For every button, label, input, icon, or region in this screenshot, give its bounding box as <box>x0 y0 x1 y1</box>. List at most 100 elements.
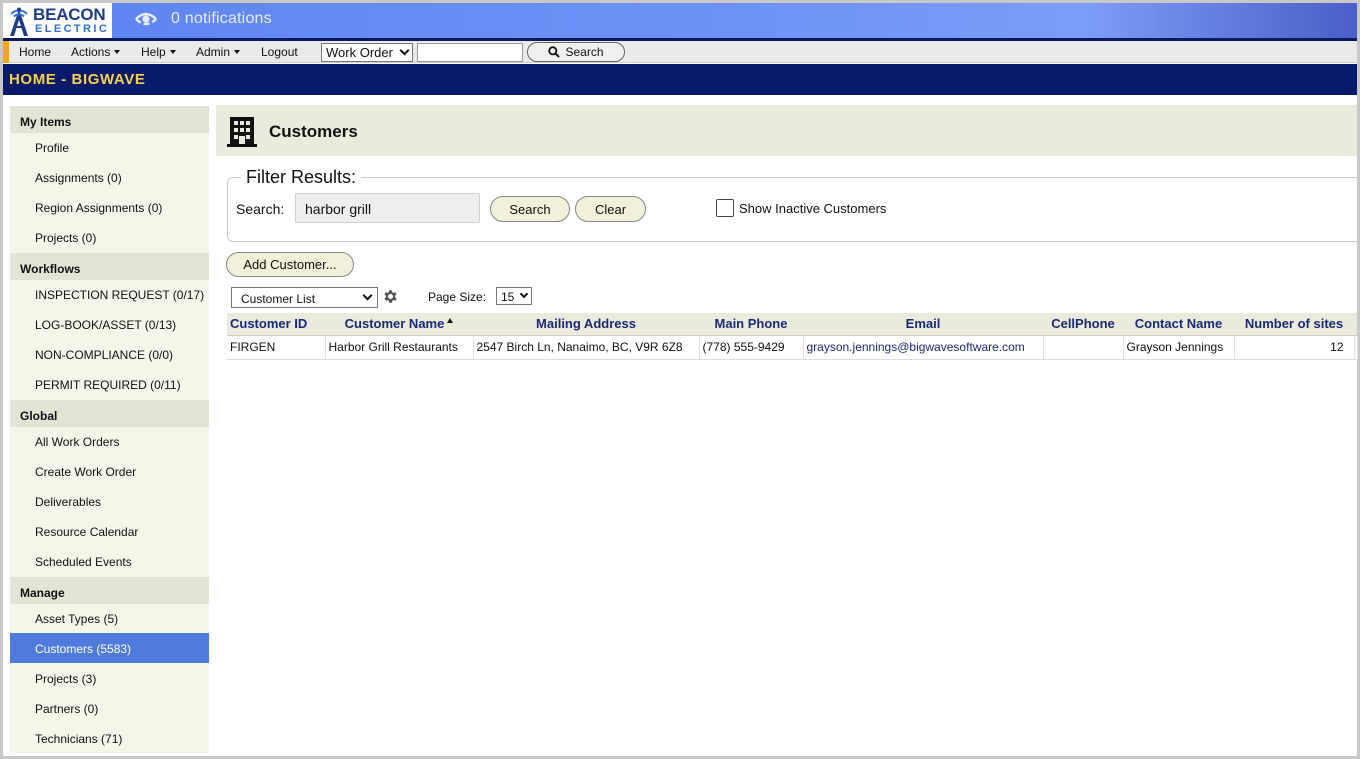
sidebar-item-all-work-orders[interactable]: All Work Orders <box>10 426 209 456</box>
chevron-down-icon <box>362 290 373 301</box>
col-header-customer-id[interactable]: Customer ID <box>227 313 325 336</box>
gear-icon[interactable] <box>382 288 399 305</box>
cell-number-of-sites: 12 <box>1234 335 1355 360</box>
sidebar-item-permit-required[interactable]: PERMIT REQUIRED (0/11) <box>10 369 209 399</box>
nav-admin-label: Admin <box>196 45 231 59</box>
table-header-row: Customer ID Customer Name Mailing Addres… <box>227 313 1357 336</box>
sidebar-item-projects[interactable]: Projects (3) <box>10 663 209 693</box>
sidebar-item-log-book-asset[interactable]: LOG-BOOK/ASSET (0/13) <box>10 309 209 339</box>
filter-search-button[interactable]: Search <box>490 196 570 222</box>
col-header-mailing-address[interactable]: Mailing Address <box>473 313 699 336</box>
sidebar-item-partners[interactable]: Partners (0) <box>10 693 209 723</box>
search-type-value: Work Order <box>326 45 393 60</box>
global-search-button-label: Search <box>565 45 604 59</box>
col-header-customer-name[interactable]: Customer Name <box>325 313 473 336</box>
caret-down-icon <box>169 50 176 54</box>
search-icon <box>548 46 561 58</box>
add-customer-button[interactable]: Add Customer... <box>226 252 354 277</box>
cell-mailing-address: 2547 Birch Ln, Nanaimo, BC, V9R 6Z8 <box>473 335 700 360</box>
add-customer-button-label: Add Customer... <box>243 257 337 272</box>
filter-clear-button[interactable]: Clear <box>575 196 646 222</box>
nav-home-label: Home <box>19 45 52 59</box>
building-icon <box>227 117 257 147</box>
nav-logout-label: Logout <box>261 45 298 59</box>
page-header: Customers <box>216 105 1357 156</box>
sidebar-item-non-compliance[interactable]: NON-COMPLIANCE (0/0) <box>10 339 209 369</box>
page-title: Customers <box>269 122 358 141</box>
sidebar-item-asset-types[interactable]: Asset Types (5) <box>10 603 209 633</box>
search-type-select[interactable]: Work Order <box>321 43 413 62</box>
sidebar-item-technicians[interactable]: Technicians (71) <box>10 723 209 753</box>
grid-view-select[interactable]: Customer List <box>231 287 378 308</box>
page-title-bar: HOME - BIGWAVE <box>3 64 1357 95</box>
filter-clear-button-label: Clear <box>594 201 627 217</box>
col-header-email[interactable]: Email <box>803 313 1043 336</box>
sidebar-item-customers[interactable]: Customers (5583) <box>10 633 209 663</box>
sidebar-item-region-assignments[interactable]: Region Assignments (0) <box>10 192 209 222</box>
filter-search-button-label: Search <box>509 201 551 217</box>
cell-email[interactable]: grayson.jennings@bigwavesoftware.com <box>803 335 1044 360</box>
beacon-electric-logo[interactable]: BEACON ELECTRIC <box>3 3 112 39</box>
sidebar-section-global: Global <box>10 400 209 427</box>
customers-table: Customer ID Customer Name Mailing Addres… <box>227 313 1358 360</box>
logo-text-beacon: BEACON <box>33 5 106 24</box>
sidebar-item-create-work-order[interactable]: Create Work Order <box>10 456 209 486</box>
sidebar-item-profile[interactable]: Profile <box>10 132 209 162</box>
sidebar-item-deliverables[interactable]: Deliverables <box>10 486 209 516</box>
nav-admin-menu[interactable]: Admin <box>196 45 241 59</box>
page-size-value: 15 <box>501 290 515 304</box>
chevron-down-icon <box>399 45 410 56</box>
col-header-overflow <box>1354 313 1357 336</box>
notification-eye-icon <box>135 12 157 26</box>
page-size-select[interactable]: 15 <box>496 287 532 305</box>
notifications-count: 0 notifications <box>171 10 272 27</box>
nav-accent-stripe <box>3 41 9 63</box>
nav-help-label: Help <box>141 45 166 59</box>
notifications[interactable]: 0 notifications <box>133 8 272 30</box>
global-search-input[interactable] <box>417 43 523 62</box>
cell-overflow <box>1354 335 1358 360</box>
cell-customer-name[interactable]: Harbor Grill Restaurants <box>325 335 474 360</box>
cell-customer-id: FIRGEN <box>227 335 326 360</box>
customer-search-input[interactable]: harbor grill <box>295 193 480 223</box>
table-row[interactable]: FIRGEN Harbor Grill Restaurants 2547 Bir… <box>227 335 1358 360</box>
filter-results-legend: Filter Results: <box>241 167 362 188</box>
filter-search-label: Search: <box>236 201 285 217</box>
cell-contact-name: Grayson Jennings <box>1123 335 1235 360</box>
sort-ascending-icon <box>447 318 454 324</box>
nav-help-menu[interactable]: Help <box>141 45 176 59</box>
nav-logout[interactable]: Logout <box>261 45 298 59</box>
col-header-cellphone[interactable]: CellPhone <box>1043 313 1123 336</box>
sidebar: My Items Profile Assignments (0) Region … <box>10 106 209 753</box>
col-header-contact-name[interactable]: Contact Name <box>1123 313 1234 336</box>
title-bar-text: HOME - BIGWAVE <box>9 71 146 88</box>
sidebar-section-manage: Manage <box>10 577 209 604</box>
caret-down-icon <box>234 50 241 54</box>
grid-view-value: Customer List <box>241 292 316 306</box>
logo-text-electric: ELECTRIC <box>35 23 110 35</box>
main-nav-bar: Home Actions Help Admin Logout Work Orde… <box>3 41 1357 63</box>
nav-home[interactable]: Home <box>19 45 51 59</box>
chevron-down-icon <box>519 289 529 299</box>
sidebar-item-inspection-request[interactable]: INSPECTION REQUEST (0/17) <box>10 279 209 309</box>
nav-actions-menu[interactable]: Actions <box>71 45 121 59</box>
sidebar-item-projects-mine[interactable]: Projects (0) <box>10 222 209 252</box>
page-size-label: Page Size: <box>428 290 487 304</box>
nav-actions-label: Actions <box>71 45 111 59</box>
col-header-customer-name-label: Customer Name <box>344 316 445 332</box>
sidebar-item-scheduled-events[interactable]: Scheduled Events <box>10 546 209 576</box>
sidebar-section-workflows: Workflows <box>10 253 209 280</box>
global-search-button[interactable]: Search <box>527 42 625 62</box>
show-inactive-label[interactable]: Show Inactive Customers <box>739 201 886 216</box>
customer-search-value: harbor grill <box>305 201 372 217</box>
tower-logo-icon <box>10 7 28 36</box>
cell-main-phone: (778) 555-9429 <box>699 335 804 360</box>
show-inactive-checkbox[interactable] <box>716 199 734 217</box>
sidebar-item-assignments[interactable]: Assignments (0) <box>10 162 209 192</box>
sidebar-item-resource-calendar[interactable]: Resource Calendar <box>10 516 209 546</box>
cell-cellphone <box>1043 335 1124 360</box>
caret-down-icon <box>114 50 121 54</box>
col-header-number-of-sites[interactable]: Number of sites <box>1234 313 1354 336</box>
col-header-main-phone[interactable]: Main Phone <box>699 313 803 336</box>
sidebar-section-my-items: My Items <box>10 106 209 133</box>
